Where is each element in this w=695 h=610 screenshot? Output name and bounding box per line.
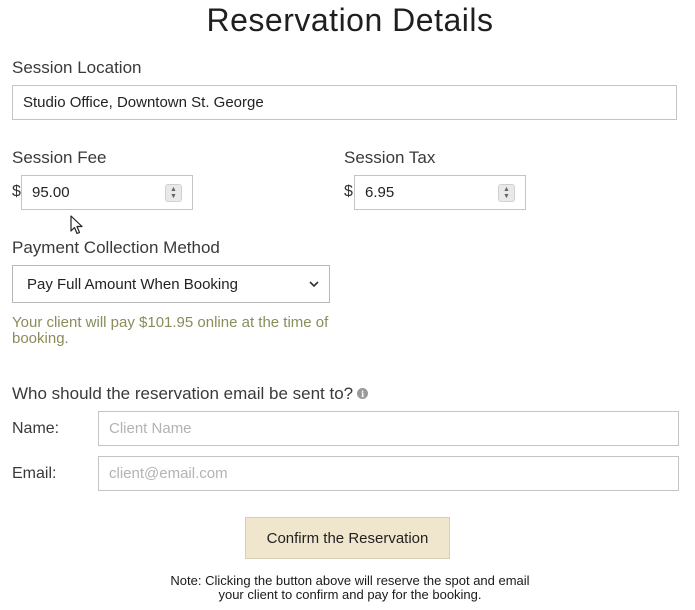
session-fee-currency: $ [12,183,21,200]
payment-method-label: Payment Collection Method [12,238,220,257]
session-fee-spinner[interactable]: ▲ ▼ [165,183,182,202]
mouse-cursor-icon [70,215,84,235]
confirm-reservation-button[interactable]: Confirm the Reservation [245,517,450,559]
payment-method-selected: Pay Full Amount When Booking [27,275,238,293]
spinner-down-icon[interactable]: ▼ [170,193,177,200]
session-tax-currency: $ [344,183,353,200]
spinner-down-icon[interactable]: ▼ [503,193,510,200]
session-fee-value: 95.00 [32,184,70,201]
page-title: Reservation Details [206,2,494,38]
session-fee-input[interactable]: 95.00 ▲ ▼ [21,175,193,210]
email-recipient-question-text: Who should the reservation email be sent… [12,384,354,403]
client-name-placeholder: Client Name [109,420,192,437]
email-recipient-question: Who should the reservation email be sent… [12,383,369,405]
client-name-input[interactable]: Client Name [98,411,679,446]
session-fee-label: Session Fee [12,148,107,167]
session-location-input[interactable]: Studio Office, Downtown St. George [12,85,677,120]
session-tax-value: 6.95 [365,184,395,201]
spinner-up-icon[interactable]: ▲ [170,186,177,193]
client-email-placeholder: client@email.com [109,465,228,482]
session-tax-input[interactable]: 6.95 ▲ ▼ [354,175,526,210]
payment-help-text: Your client will pay $101.95 online at t… [12,314,329,347]
info-icon[interactable]: i [357,388,369,400]
session-tax-spinner[interactable]: ▲ ▼ [498,183,515,202]
session-location-value: Studio Office, Downtown St. George [23,94,264,111]
spinner-up-icon[interactable]: ▲ [503,186,510,193]
session-tax-label: Session Tax [344,148,436,167]
client-email-input[interactable]: client@email.com [98,456,679,491]
session-location-label: Session Location [12,58,142,77]
payment-method-select[interactable]: Pay Full Amount When Booking [12,265,330,303]
name-label: Name: [12,420,60,437]
chevron-down-icon [309,279,319,289]
confirmation-note: Note: Clicking the button above will res… [170,573,530,602]
email-label: Email: [12,465,57,482]
